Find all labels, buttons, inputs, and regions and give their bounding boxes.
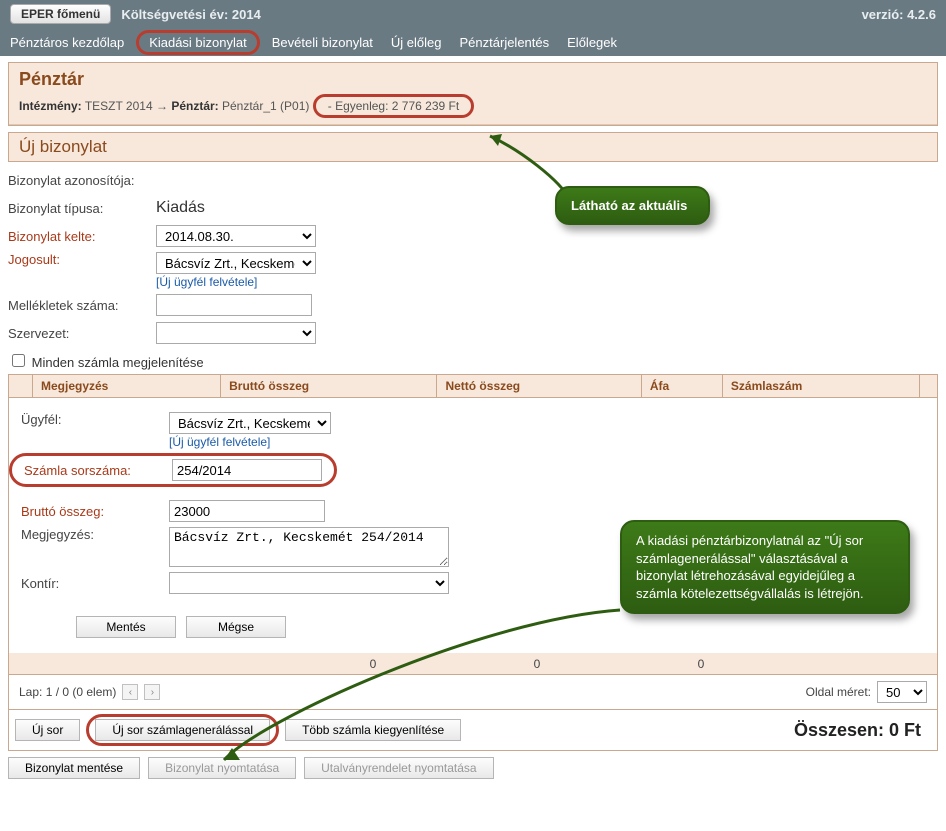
voucher-order-print-button[interactable]: Utalványrendelet nyomtatása [304,757,493,779]
new-line-button[interactable]: Új sor [15,719,80,741]
annotation-callout: A kiadási pénztárbizonylatnál az "Új sor… [620,520,910,614]
total-netto: 0 [455,657,619,671]
attachments-input[interactable] [156,294,312,316]
new-customer-link[interactable]: [Új ügyfél felvétele] [156,275,257,289]
table-col-blank [9,375,33,398]
multi-invoice-button[interactable]: Több számla kiegyenlítése [285,719,461,741]
balance-label: - Egyenleg: [328,99,389,113]
organization-select[interactable] [156,322,316,344]
page-size-select[interactable]: 50 [877,681,927,703]
bottom-button-bar: Bizonylat mentése Bizonylat nyomtatása U… [8,757,938,779]
version-label: verzió: 4.2.6 [862,7,936,22]
cashregister-label: Pénztár: [171,99,218,113]
jogosult-select[interactable]: Bácsvíz Zrt., Kecskemét [156,252,316,274]
section-title: Új bizonylat [8,132,938,162]
page-prev-button[interactable]: ‹ [122,684,138,700]
lines-table: Megjegyzés Bruttó összeg Nettó összeg Áf… [8,374,938,398]
voucher-save-button[interactable]: Bizonylat mentése [8,757,140,779]
balance-value: 2 776 239 Ft [392,99,459,113]
annotation-highlight: - Egyenleg: 2 776 239 Ft [313,94,474,118]
institution-label: Intézmény: [19,99,82,113]
footer-button-bar: Új sor Új sor számlagenerálással Több sz… [8,710,938,751]
grand-total: Összesen: 0 Ft [794,720,931,741]
voucher-type-value: Kiadás [156,199,205,217]
institution-value: TESZT 2014 [85,99,153,113]
voucher-date-select[interactable]: 2014.08.30. [156,225,316,247]
menu-item-kezdolap[interactable]: Pénztáros kezdőlap [10,35,124,50]
annotation-highlight: Új sor számlagenerálással [86,714,279,746]
page-next-button[interactable]: › [144,684,160,700]
paging-bar: Lap: 1 / 0 (0 elem) ‹ › Oldal méret: 50 [8,675,938,710]
annotation-callout: Látható az aktuális [555,186,710,225]
show-all-checkbox[interactable] [12,354,25,367]
home-button[interactable]: EPER főmenü [10,4,111,24]
jogosult-label: Jogosult: [8,252,156,267]
detail-megjegyzes-textarea[interactable]: Bácsvíz Zrt., Kecskemét 254/2014 [169,527,449,567]
page-size-label: Oldal méret: [806,685,871,699]
detail-new-customer-link[interactable]: [Új ügyfél felvétele] [169,435,270,449]
totals-row: 0 0 0 [8,653,938,675]
menubar: Pénztáros kezdőlap Kiadási bizonylat Bev… [0,28,946,56]
table-col-end [920,375,938,398]
show-all-label: Minden számla megjelenítése [32,355,204,370]
cashregister-panel: Pénztár Intézmény: TESZT 2014 → Pénztár:… [8,62,938,126]
annotation-highlight: Számla sorszáma: [9,453,337,487]
budget-year-label: Költségvetési év: 2014 [121,7,260,22]
voucher-id-label: Bizonylat azonosítója: [8,173,156,188]
voucher-date-label: Bizonylat kelte: [8,229,156,244]
detail-kontir-select[interactable] [169,572,449,594]
invoice-number-label: Számla sorszáma: [24,463,158,478]
detail-brutto-input[interactable] [169,500,325,522]
table-col-szamlaszam[interactable]: Számlaszám [722,375,919,398]
table-col-netto[interactable]: Nettó összeg [437,375,641,398]
panel-title: Pénztár [19,69,927,90]
total-afa: 0 [619,657,783,671]
menu-item-kiadasi[interactable]: Kiadási bizonylat [149,35,247,50]
voucher-print-button[interactable]: Bizonylat nyomtatása [148,757,296,779]
detail-brutto-label: Bruttó összeg: [21,504,169,519]
line-cancel-button[interactable]: Mégse [186,616,286,638]
detail-megjegyzes-label: Megjegyzés: [21,527,169,542]
cashregister-value: Pénztár_1 (P01) [222,99,309,113]
table-col-megjegyzes[interactable]: Megjegyzés [33,375,221,398]
total-brutto: 0 [291,657,455,671]
new-line-invoice-button[interactable]: Új sor számlagenerálással [95,719,270,741]
voucher-type-label: Bizonylat típusa: [8,201,156,216]
line-save-button[interactable]: Mentés [76,616,176,638]
detail-kontir-label: Kontír: [21,576,169,591]
paging-label: Lap: 1 / 0 (0 elem) [19,685,116,699]
menu-item-penztarjelentes[interactable]: Pénztárjelentés [460,35,550,50]
topbar: EPER főmenü Költségvetési év: 2014 verzi… [0,0,946,28]
detail-ugyfel-label: Ügyfél: [21,412,169,427]
table-col-afa[interactable]: Áfa [641,375,722,398]
detail-ugyfel-select[interactable]: Bácsvíz Zrt., Kecskemét [169,412,331,434]
menu-item-beveteli[interactable]: Bevételi bizonylat [272,35,373,50]
menu-item-uj-eloleg[interactable]: Új előleg [391,35,442,50]
invoice-number-input[interactable] [172,459,322,481]
annotation-highlight: Kiadási bizonylat [136,30,260,55]
table-col-brutto[interactable]: Bruttó összeg [221,375,437,398]
organization-label: Szervezet: [8,326,156,341]
attachments-label: Mellékletek száma: [8,298,156,313]
arrow-icon: → [156,99,168,113]
menu-item-elolegek[interactable]: Előlegek [567,35,617,50]
voucher-form: Bizonylat azonosítója: Bizonylat típusa:… [8,168,938,751]
